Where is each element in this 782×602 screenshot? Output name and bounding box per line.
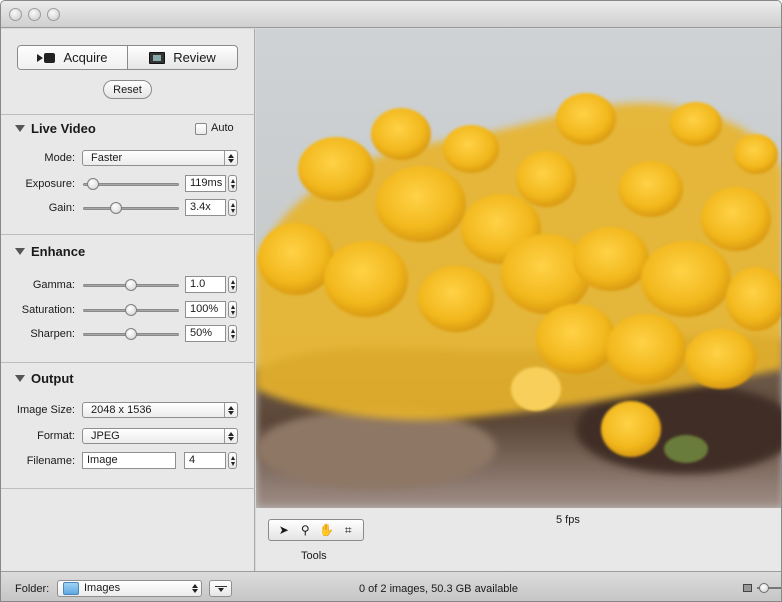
select-arrows-icon xyxy=(224,151,237,165)
mode-select[interactable]: Faster xyxy=(82,150,238,166)
app-window: Acquire Review Reset Live Video Auto Mod… xyxy=(0,0,782,602)
close-window-button[interactable] xyxy=(9,8,22,21)
zoom-window-button[interactable] xyxy=(47,8,60,21)
divider xyxy=(1,234,255,235)
gamma-stepper[interactable] xyxy=(228,276,237,293)
title-bar xyxy=(1,1,781,28)
disclosure-triangle-icon xyxy=(15,248,25,255)
gain-field[interactable]: 3.4x xyxy=(185,199,226,216)
disclosure-triangle-icon xyxy=(15,375,25,382)
format-select[interactable]: JPEG xyxy=(82,428,238,444)
mode-segmented-control: Acquire Review xyxy=(17,45,238,70)
image-size-value: 2048 x 1536 xyxy=(91,404,152,416)
exposure-field[interactable]: 119ms xyxy=(185,175,226,192)
lichen-photo xyxy=(256,29,781,508)
filename-number-stepper[interactable] xyxy=(228,452,237,469)
filename-number-field[interactable]: 4 xyxy=(184,452,226,469)
exposure-stepper[interactable] xyxy=(228,175,237,192)
saturation-stepper[interactable] xyxy=(228,301,237,318)
sharpen-slider[interactable] xyxy=(83,328,179,340)
folder-label: Folder: xyxy=(15,583,50,595)
exposure-slider[interactable] xyxy=(83,178,179,190)
disclosure-triangle-icon xyxy=(15,125,25,132)
live-video-header[interactable]: Live Video xyxy=(15,121,96,136)
gain-slider[interactable] xyxy=(83,202,179,214)
thumbnail-size-slider[interactable] xyxy=(757,583,781,593)
gamma-slider[interactable] xyxy=(83,279,179,291)
divider xyxy=(1,114,255,115)
auto-checkbox[interactable] xyxy=(195,123,207,135)
select-arrows-icon xyxy=(188,581,201,596)
auto-label: Auto xyxy=(211,122,234,134)
slider-knob[interactable] xyxy=(125,328,137,340)
gamma-label: Gamma: xyxy=(32,279,75,291)
minimize-window-button[interactable] xyxy=(28,8,41,21)
saturation-slider[interactable] xyxy=(83,304,179,316)
saturation-label: Saturation: xyxy=(21,304,75,316)
gain-label: Gain: xyxy=(48,202,75,214)
folder-select[interactable]: Images xyxy=(57,580,202,597)
film-icon xyxy=(149,51,166,64)
acquire-tab[interactable]: Acquire xyxy=(18,46,127,69)
divider xyxy=(1,488,255,489)
select-arrows-icon xyxy=(224,429,237,443)
video-camera-icon xyxy=(37,52,56,63)
enhance-title: Enhance xyxy=(31,244,86,259)
folder-icon xyxy=(63,582,79,595)
slider-knob[interactable] xyxy=(86,178,99,190)
output-header[interactable]: Output xyxy=(15,371,74,386)
mode-label: Mode: xyxy=(44,152,75,164)
slider-knob[interactable] xyxy=(125,279,137,291)
review-label: Review xyxy=(173,50,216,65)
live-preview-image[interactable] xyxy=(256,29,781,508)
down-arrow-icon xyxy=(217,587,224,592)
gamma-field[interactable]: 1.0 xyxy=(185,276,226,293)
image-size-label: Image Size: xyxy=(16,404,75,416)
viewer-toolbar-area: ➤ ⚲ ✋ ⌗ Tools 5 fps xyxy=(256,508,781,571)
slider-knob[interactable] xyxy=(109,202,122,214)
slider-knob[interactable] xyxy=(759,583,769,593)
status-bar: Folder: Images 0 of 2 images, 50.3 GB av… xyxy=(1,571,781,601)
sharpen-label: Sharpen: xyxy=(30,328,75,340)
slider-knob[interactable] xyxy=(125,304,137,316)
fps-readout: 5 fps xyxy=(556,514,580,526)
format-label: Format: xyxy=(37,430,75,442)
status-text: 0 of 2 images, 50.3 GB available xyxy=(359,583,518,595)
review-tab[interactable]: Review xyxy=(127,46,237,69)
exposure-label: Exposure: xyxy=(25,178,75,190)
tools-segmented-control: ➤ ⚲ ✋ ⌗ xyxy=(268,519,364,541)
divider xyxy=(1,362,255,363)
gain-stepper[interactable] xyxy=(228,199,237,216)
image-size-select[interactable]: 2048 x 1536 xyxy=(82,402,238,418)
filename-field[interactable]: Image xyxy=(82,452,176,469)
output-title: Output xyxy=(31,371,74,386)
settings-sidebar: Acquire Review Reset Live Video Auto Mod… xyxy=(1,29,255,571)
saturation-field[interactable]: 100% xyxy=(185,301,226,318)
thumbnail-size-icon xyxy=(743,584,752,592)
format-value: JPEG xyxy=(91,430,120,442)
folder-value: Images xyxy=(84,582,121,594)
pointer-tool-icon[interactable]: ➤ xyxy=(276,522,292,538)
select-arrows-icon xyxy=(224,403,237,417)
tools-label: Tools xyxy=(301,550,327,562)
live-video-title: Live Video xyxy=(31,121,96,136)
reset-button[interactable]: Reset xyxy=(103,80,152,99)
tray-icon xyxy=(214,585,227,587)
hand-tool-icon[interactable]: ✋ xyxy=(319,522,335,538)
sharpen-field[interactable]: 50% xyxy=(185,325,226,342)
mode-value: Faster xyxy=(91,152,123,164)
acquire-label: Acquire xyxy=(63,50,108,65)
filename-label: Filename: xyxy=(26,455,75,467)
crop-tool-icon[interactable]: ⌗ xyxy=(340,522,356,538)
open-folder-button[interactable] xyxy=(209,580,232,597)
sharpen-stepper[interactable] xyxy=(228,325,237,342)
enhance-header[interactable]: Enhance xyxy=(15,244,85,259)
magnify-tool-icon[interactable]: ⚲ xyxy=(297,522,313,538)
